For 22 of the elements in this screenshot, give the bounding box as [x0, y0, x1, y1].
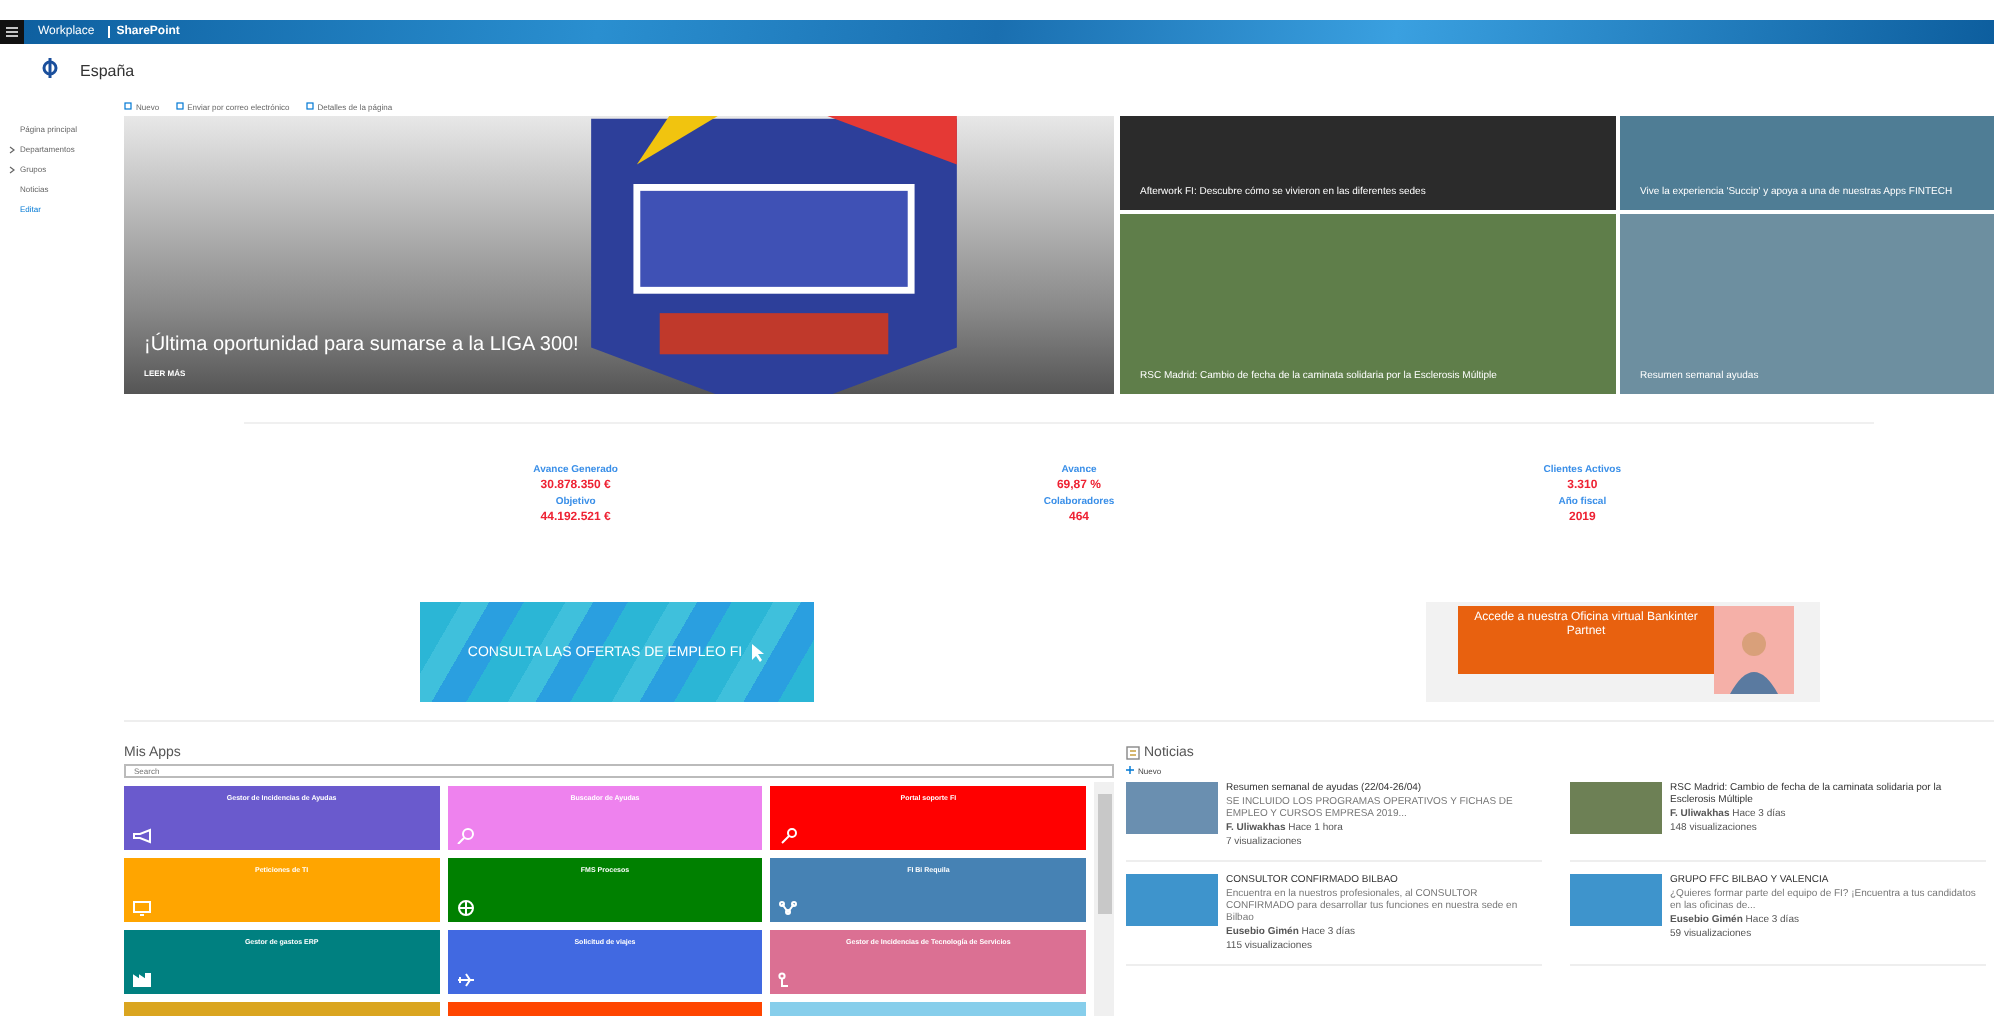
person-placeholder — [1714, 606, 1794, 694]
airplane-icon — [455, 972, 476, 988]
monitor-icon — [132, 900, 152, 916]
news-thumbnail — [1570, 782, 1662, 834]
plus-icon — [1126, 766, 1134, 774]
page-icon — [124, 102, 132, 110]
news-icon — [1126, 746, 1140, 760]
chevron-icon — [8, 165, 16, 173]
app-launcher-icon[interactable] — [0, 20, 24, 44]
site-title: España — [80, 61, 135, 79]
hero-title: ¡Última oportunidad para sumarse a la LIGA 300! — [144, 334, 581, 356]
globe-icon — [455, 900, 476, 916]
page-icon — [305, 102, 314, 110]
megaphone-icon — [132, 828, 152, 844]
factory-icon — [132, 972, 152, 988]
news-thumbnail — [1570, 874, 1662, 926]
page-icon — [175, 102, 184, 110]
news-thumbnail — [1126, 782, 1218, 834]
news-thumbnail — [1126, 874, 1218, 926]
network-icon — [778, 900, 799, 916]
chevron-icon — [8, 145, 16, 153]
search-icon — [455, 828, 476, 844]
